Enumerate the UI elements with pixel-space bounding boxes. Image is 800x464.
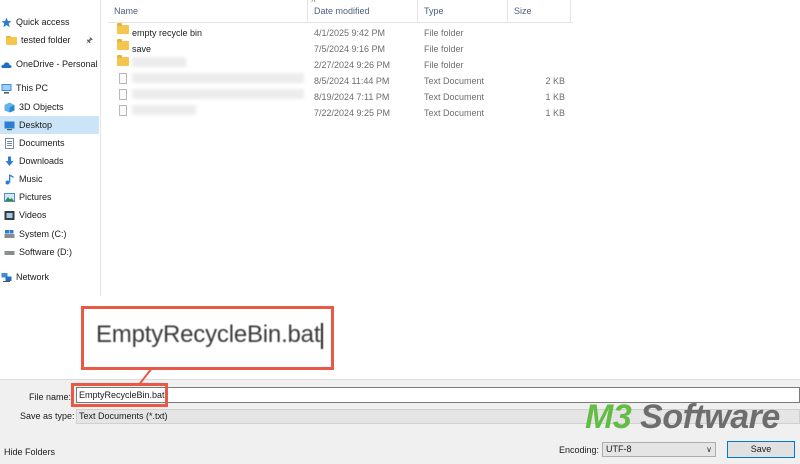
star-icon xyxy=(1,17,12,28)
file-type: File folder xyxy=(424,60,464,70)
pictures-icon xyxy=(4,192,15,203)
navigation-pane: Quick access tested folder 🖈 OneDrive - … xyxy=(0,0,101,296)
this-pc-icon xyxy=(1,83,12,94)
column-header-size[interactable]: Size xyxy=(508,0,571,22)
file-date: 2/27/2024 9:26 PM xyxy=(314,60,391,70)
sidebar-item-3d-objects[interactable]: 3D Objects xyxy=(0,98,99,116)
sidebar-item-label: Documents xyxy=(19,138,65,148)
text-document-icon xyxy=(119,89,127,100)
column-header-type[interactable]: Type xyxy=(418,0,508,22)
sidebar-item-system-c[interactable]: System (C:) xyxy=(0,225,99,243)
folder-icon xyxy=(117,39,129,50)
sidebar-item-label: Software (D:) xyxy=(19,247,73,257)
text-document-icon xyxy=(119,73,127,84)
text-cursor xyxy=(321,322,324,349)
sidebar-item-quick-access[interactable]: Quick access xyxy=(0,13,99,31)
file-size: 1 KB xyxy=(545,92,565,102)
sidebar-item-label: Network xyxy=(16,272,50,282)
redacted-file-name xyxy=(132,73,304,83)
sidebar-item-tested-folder[interactable]: tested folder 🖈 xyxy=(0,31,99,49)
file-size: 2 KB xyxy=(545,76,565,86)
sidebar-item-desktop[interactable]: Desktop xyxy=(0,116,99,134)
sidebar-item-label: tested folder xyxy=(21,35,71,45)
sidebar-item-software-d[interactable]: Software (D:) xyxy=(0,243,99,261)
file-size: 1 KB xyxy=(545,108,565,118)
file-row[interactable]: empty recycle bin 4/1/2025 9:42 PM File … xyxy=(108,23,573,41)
sidebar-item-documents[interactable]: Documents xyxy=(0,134,99,152)
documents-icon xyxy=(4,137,15,149)
3d-objects-icon xyxy=(4,102,15,113)
sidebar-item-downloads[interactable]: Downloads xyxy=(0,152,99,170)
text-document-icon xyxy=(119,105,127,116)
file-type: File folder xyxy=(424,44,464,54)
network-icon xyxy=(1,272,12,283)
column-header-name[interactable]: Name xyxy=(108,0,308,22)
hide-folders-label: Hide Folders xyxy=(4,447,56,457)
file-type: Text Document xyxy=(424,108,485,118)
sidebar-item-label: Pictures xyxy=(19,192,52,202)
sidebar-item-label: OneDrive - Personal xyxy=(16,59,98,69)
drive-c-icon xyxy=(4,229,15,240)
sidebar-item-network[interactable]: Network xyxy=(0,268,99,286)
sidebar-item-label: Videos xyxy=(19,210,47,220)
sidebar-item-videos[interactable]: Videos xyxy=(0,206,99,224)
file-row[interactable]: 7/22/2024 9:25 PM Text Document 1 KB xyxy=(108,105,573,121)
file-name: save xyxy=(132,44,152,54)
m3-software-watermark-logo: M3 Software xyxy=(585,398,780,436)
sidebar-item-pictures[interactable]: Pictures xyxy=(0,188,99,206)
file-date: 8/5/2024 11:44 PM xyxy=(314,76,390,86)
file-date: 7/5/2024 9:16 PM xyxy=(314,44,386,54)
sidebar-item-this-pc[interactable]: This PC xyxy=(0,79,99,97)
sidebar-item-label: System (C:) xyxy=(19,229,67,239)
file-name: empty recycle bin xyxy=(132,28,203,38)
column-header-row: ˄ Name Date modified Type Size xyxy=(108,0,573,23)
downloads-icon xyxy=(4,156,15,167)
drive-d-icon xyxy=(4,247,15,258)
zoomed-file-name-callout: EmptyRecycleBin.bat xyxy=(81,306,334,370)
file-type: Text Document xyxy=(424,76,485,86)
file-row[interactable]: 8/19/2024 7:11 PM Text Document 1 KB xyxy=(108,89,573,105)
zoomed-file-name-text: EmptyRecycleBin.bat xyxy=(96,321,324,349)
pin-icon[interactable]: 🖈 xyxy=(86,35,93,49)
file-type: File folder xyxy=(424,28,464,38)
save-as-type-label: Save as type: xyxy=(20,411,75,421)
folder-icon xyxy=(117,23,129,34)
sidebar-item-onedrive[interactable]: OneDrive - Personal xyxy=(0,55,99,73)
file-row[interactable]: 2/27/2024 9:26 PM File folder xyxy=(108,55,573,73)
folder-icon xyxy=(6,35,17,46)
sidebar-item-label: Desktop xyxy=(19,120,53,130)
file-date: 8/19/2024 7:11 PM xyxy=(314,92,390,102)
sidebar-item-music[interactable]: Music xyxy=(0,170,99,188)
sidebar-item-label: Music xyxy=(19,174,43,184)
redacted-file-name xyxy=(132,57,186,67)
file-row[interactable]: 8/5/2024 11:44 PM Text Document 2 KB xyxy=(108,73,573,89)
videos-icon xyxy=(4,210,15,221)
file-date: 7/22/2024 9:25 PM xyxy=(314,108,391,118)
desktop-icon xyxy=(4,120,15,131)
sidebar-item-label: This PC xyxy=(16,83,49,93)
chevron-down-icon: ∨ xyxy=(706,445,712,454)
folder-icon xyxy=(117,55,129,66)
sidebar-item-label: Quick access xyxy=(16,17,70,27)
sidebar-item-label: Downloads xyxy=(19,156,64,166)
encoding-select[interactable]: UTF-8 ∨ xyxy=(602,442,716,457)
file-row[interactable]: save 7/5/2024 9:16 PM File folder xyxy=(108,39,573,57)
encoding-value: UTF-8 xyxy=(606,444,632,454)
file-date: 4/1/2025 9:42 PM xyxy=(314,28,386,38)
column-header-date-modified[interactable]: Date modified xyxy=(308,0,418,22)
redacted-file-name xyxy=(132,89,304,99)
sidebar-item-label: 3D Objects xyxy=(19,102,64,112)
onedrive-cloud-icon xyxy=(1,59,12,70)
hide-folders-toggle[interactable]: Hide Folders xyxy=(0,444,60,460)
music-icon xyxy=(4,174,15,185)
file-type: Text Document xyxy=(424,92,485,102)
save-button[interactable]: Save xyxy=(727,441,795,458)
file-name-label: File name: xyxy=(29,392,72,402)
encoding-label: Encoding: xyxy=(559,445,600,455)
redacted-file-name xyxy=(132,105,196,115)
file-name-highlight-box xyxy=(71,383,168,407)
